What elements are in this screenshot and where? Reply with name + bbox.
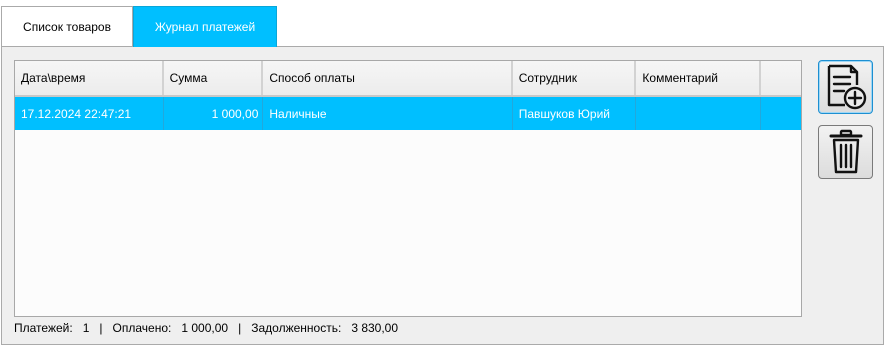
tab-payments-journal-label: Журнал платежей	[154, 20, 256, 34]
table-header: Дата\время Сумма Способ оплаты Сотрудник…	[15, 61, 801, 97]
paid-value: 1 000,00	[181, 321, 229, 335]
cell-amount: 1 000,00	[164, 97, 264, 130]
column-header-filler	[761, 61, 801, 95]
column-header-employee[interactable]: Сотрудник	[513, 61, 637, 95]
paid-label: Оплачено:	[112, 321, 172, 335]
status-bar: Платежей: 1 | Оплачено: 1 000,00 | Задол…	[14, 321, 398, 335]
trash-icon	[829, 129, 862, 174]
table-row[interactable]: 17.12.2024 22:47:21 1 000,00 Наличные Па…	[15, 97, 801, 130]
add-document-icon	[827, 64, 866, 110]
tab-payments-journal[interactable]: Журнал платежей	[133, 6, 277, 47]
debt-value: 3 830,00	[351, 321, 399, 335]
cell-filler	[761, 97, 801, 130]
payments-panel: Дата\время Сумма Способ оплаты Сотрудник…	[1, 46, 884, 345]
column-header-amount[interactable]: Сумма	[164, 61, 264, 95]
cell-datetime: 17.12.2024 22:47:21	[15, 97, 164, 130]
cell-payment-method: Наличные	[263, 97, 513, 130]
delete-payment-button[interactable]	[818, 125, 873, 179]
payments-count-label: Платежей:	[14, 321, 73, 335]
payments-count-value: 1	[82, 321, 90, 335]
cell-comment	[636, 97, 762, 130]
payments-table: Дата\время Сумма Способ оплаты Сотрудник…	[14, 60, 802, 317]
column-header-datetime[interactable]: Дата\время	[15, 61, 164, 95]
debt-label: Задолженность:	[251, 321, 342, 335]
add-payment-button[interactable]	[818, 60, 873, 114]
column-header-comment[interactable]: Комментарий	[636, 61, 762, 95]
cell-employee: Павшуков Юрий	[513, 97, 637, 130]
column-header-payment-method[interactable]: Способ оплаты	[263, 61, 513, 95]
tab-goods-list-label: Список товаров	[23, 19, 111, 34]
tab-goods-list[interactable]: Список товаров	[1, 6, 133, 46]
